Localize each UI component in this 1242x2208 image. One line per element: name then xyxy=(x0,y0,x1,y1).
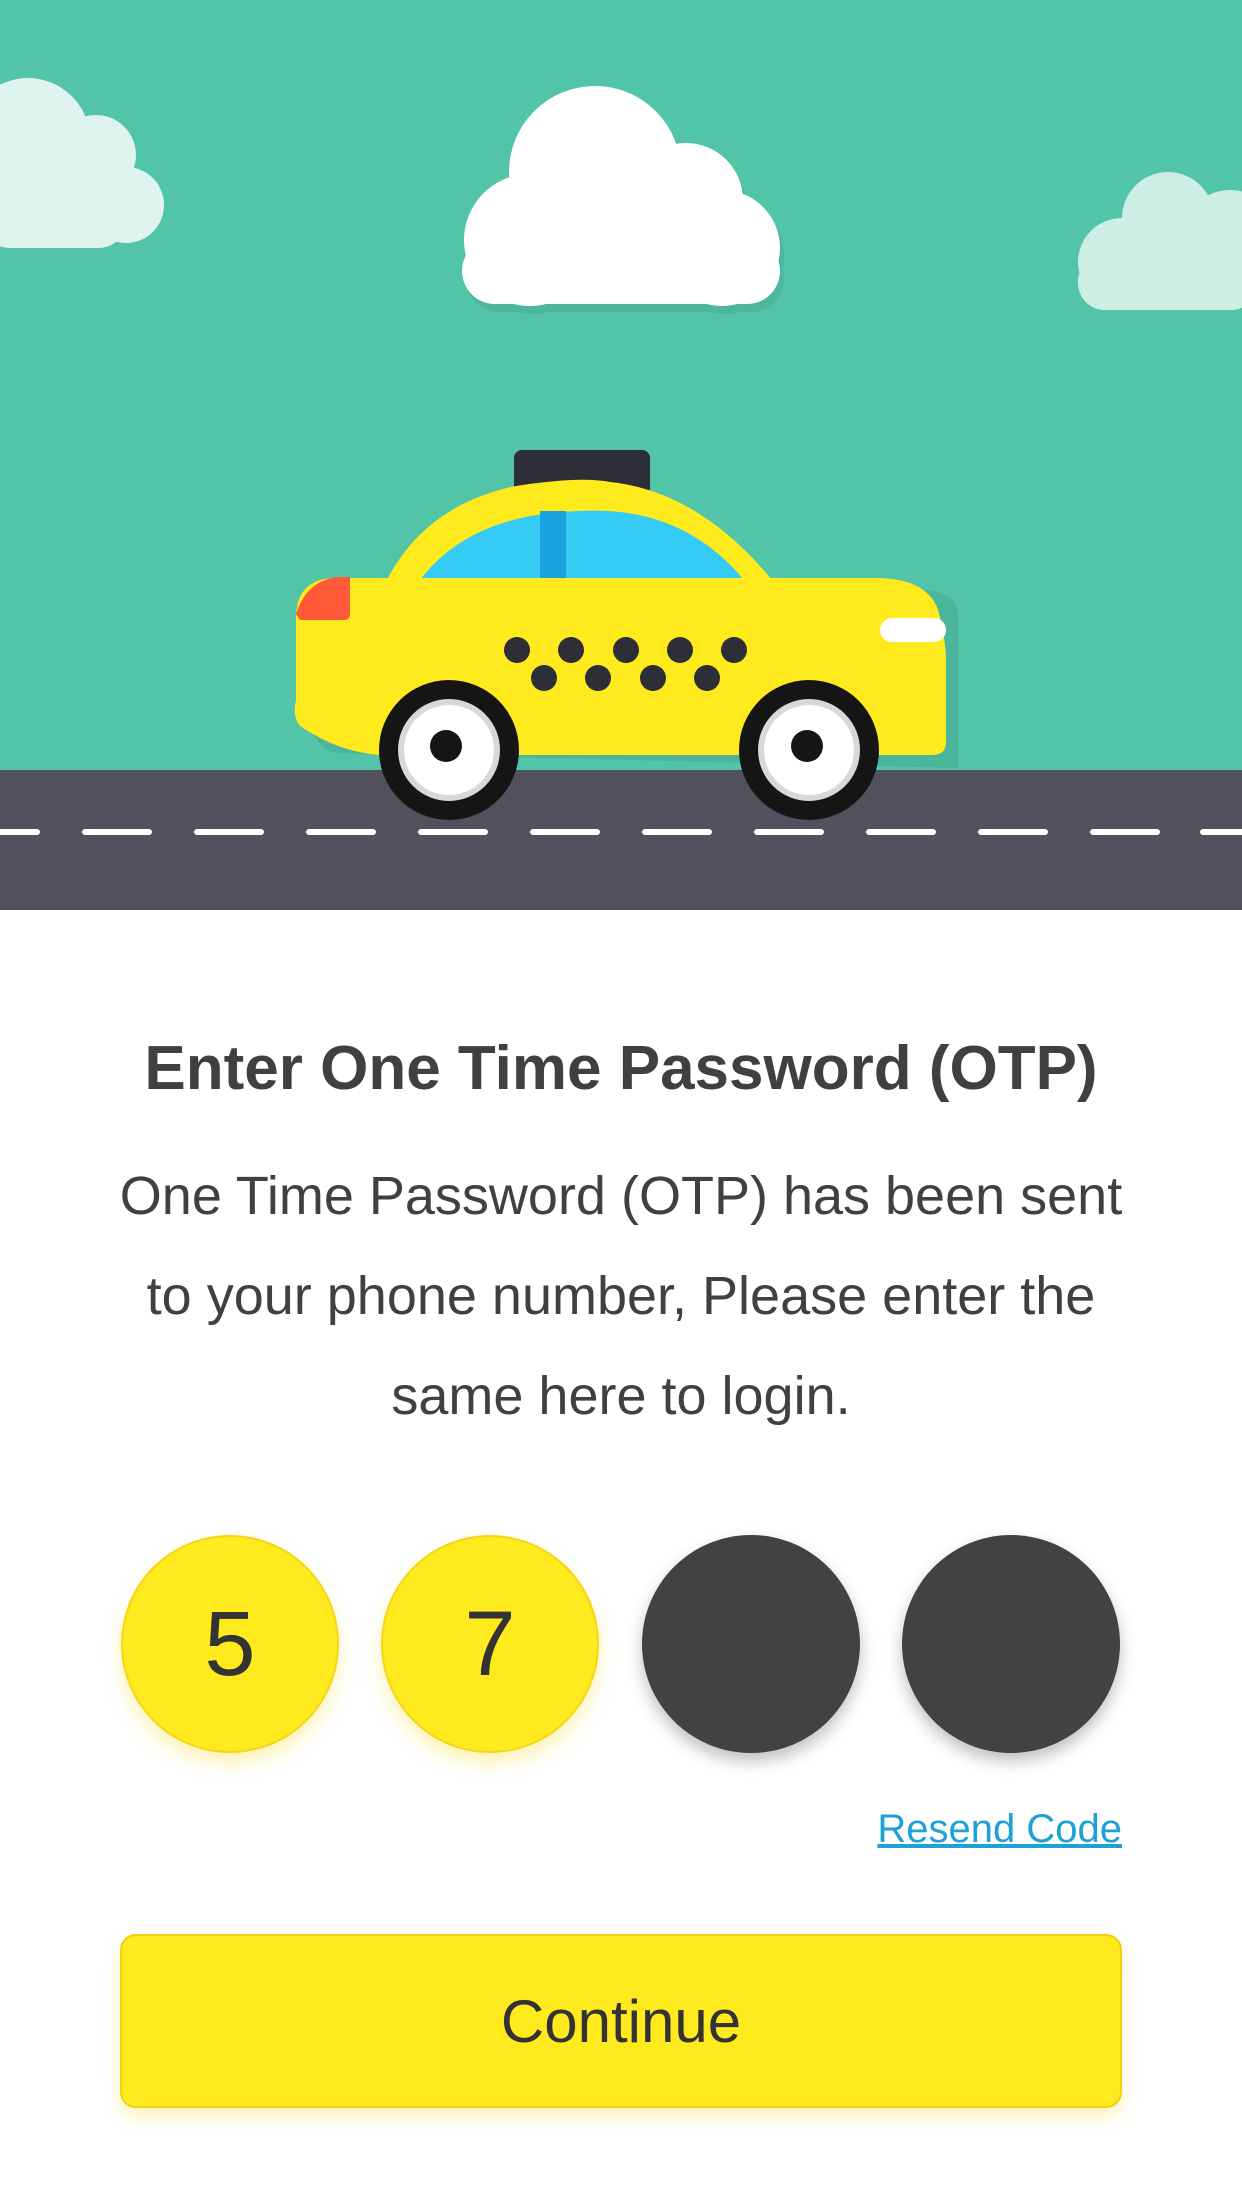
otp-digit-1[interactable]: 5 xyxy=(121,1535,339,1753)
otp-screen: Enter One Time Password (OTP) One Time P… xyxy=(0,0,1242,2208)
continue-button[interactable]: Continue xyxy=(120,1934,1122,2108)
resend-code-link[interactable]: Resend Code xyxy=(877,1807,1122,1852)
hero-illustration xyxy=(0,0,1242,910)
otp-panel: Enter One Time Password (OTP) One Time P… xyxy=(0,910,1242,2208)
otp-digit-3[interactable] xyxy=(642,1535,860,1753)
otp-digit-4[interactable] xyxy=(902,1535,1120,1753)
otp-digit-2[interactable]: 7 xyxy=(381,1535,599,1753)
road-icon xyxy=(0,770,1242,910)
otp-input-group[interactable]: 5 7 xyxy=(0,1535,1242,1761)
otp-description: One Time Password (OTP) has been sent to… xyxy=(119,1166,1123,1426)
page-title: Enter One Time Password (OTP) xyxy=(144,1034,1098,1103)
